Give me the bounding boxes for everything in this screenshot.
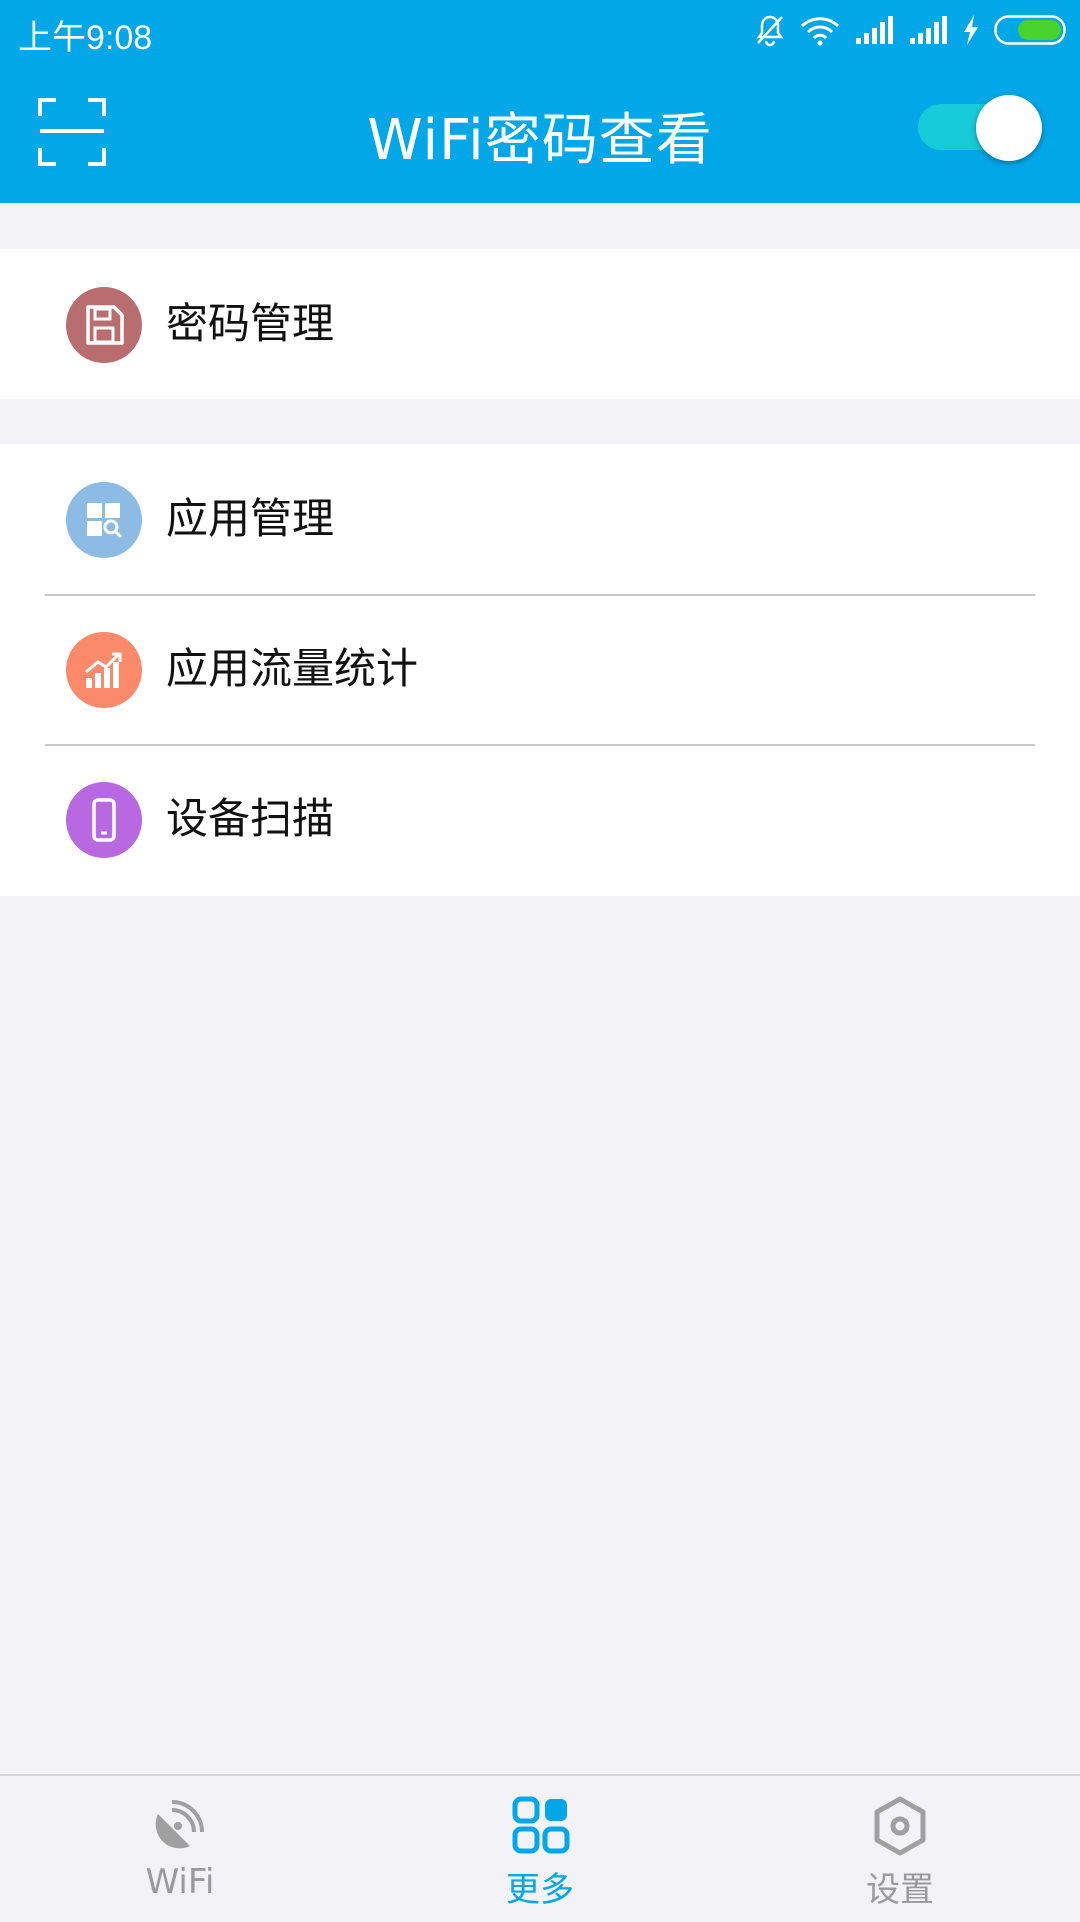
menu-group-2: 应用管理 应用流量统计 设备扫描: [0, 444, 1080, 896]
cell-signal-icon: [910, 16, 947, 44]
app-grid-search-icon: [66, 482, 142, 558]
list-item-label: 密码管理: [166, 299, 335, 348]
mute-bell-icon: [756, 15, 784, 47]
app-bar: 上午9:08 WiFi密码查看: [0, 0, 1080, 203]
nav-label: 设置: [866, 1870, 934, 1910]
battery-icon: [994, 15, 1066, 45]
cell-signal-icon: [856, 16, 893, 44]
list-item-label: 设备扫描: [166, 794, 335, 843]
phone-device-icon: [66, 782, 142, 858]
floppy-disk-icon: [66, 287, 142, 363]
hexagon-settings-icon: [874, 1796, 926, 1856]
charging-bolt-icon: [964, 15, 978, 45]
list-item-app-management[interactable]: 应用管理: [0, 444, 1080, 594]
list-item-label: 应用管理: [166, 494, 335, 543]
list-item-label: 应用流量统计: [166, 644, 419, 693]
list-item-app-traffic-stats[interactable]: 应用流量统计: [0, 594, 1080, 744]
list-item-device-scan[interactable]: 设备扫描: [0, 744, 1080, 894]
bottom-nav: WiFi 更多 设置: [0, 1774, 1080, 1922]
nav-item-wifi[interactable]: WiFi: [80, 1776, 280, 1922]
four-squares-icon: [512, 1796, 570, 1854]
nav-item-more[interactable]: 更多: [440, 1776, 640, 1922]
app-toggle-switch[interactable]: [918, 95, 1042, 161]
wifi-signal-icon: [800, 17, 840, 46]
satellite-dish-icon: [155, 1800, 204, 1849]
list-item-password-management[interactable]: 密码管理: [0, 249, 1080, 399]
status-icons: [754, 10, 1066, 50]
nav-label: 更多: [506, 1870, 574, 1910]
status-time: 上午9:08: [18, 19, 153, 57]
nav-label: WiFi: [145, 1862, 215, 1902]
nav-item-settings[interactable]: 设置: [800, 1776, 1000, 1922]
menu-group-1: 密码管理: [0, 249, 1080, 399]
traffic-chart-icon: [66, 632, 142, 708]
toggle-knob: [976, 95, 1042, 161]
